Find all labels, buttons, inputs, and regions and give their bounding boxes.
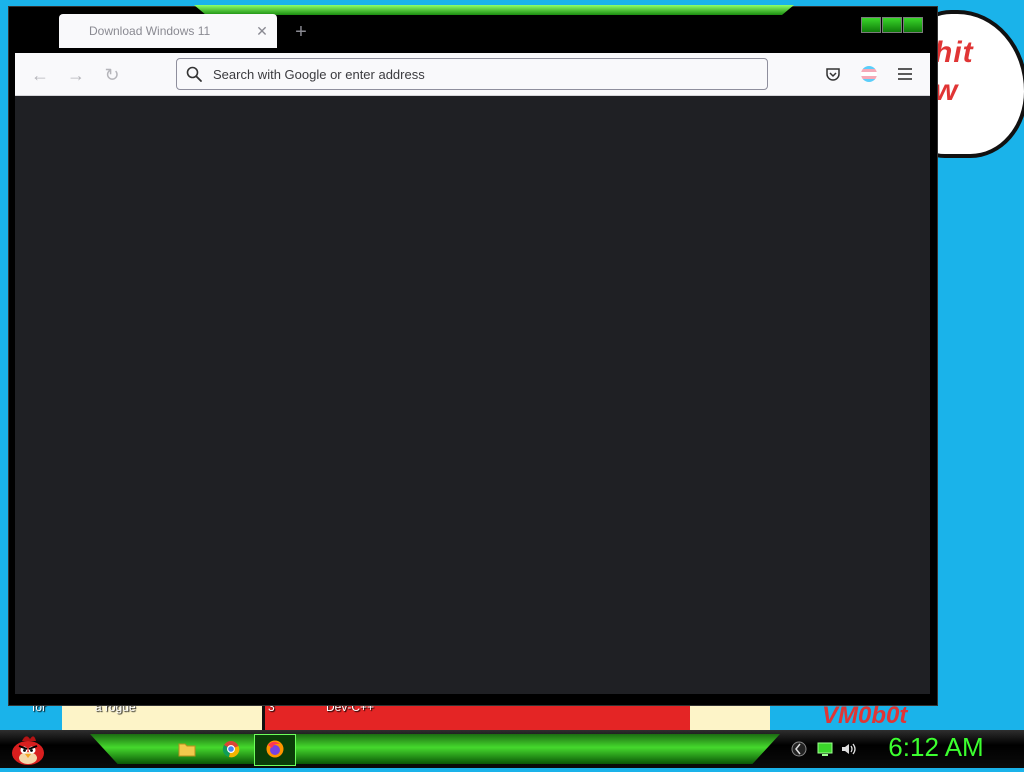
taskbar <box>0 730 1024 768</box>
address-bar[interactable] <box>176 58 768 90</box>
display-icon[interactable] <box>816 740 834 758</box>
tab-download-windows-11[interactable]: Download Windows 11 ✕ <box>59 14 277 48</box>
navigation-toolbar: ← → ↻ <box>15 53 930 96</box>
reload-button[interactable]: ↻ <box>101 64 123 86</box>
address-input[interactable] <box>211 65 735 83</box>
wallpaper-bubble-text: hit w <box>934 36 974 107</box>
search-icon <box>186 66 202 82</box>
browser-window: Download Windows 11 ✕ + ← → ↻ <box>8 5 938 706</box>
pocket-icon[interactable] <box>823 64 843 84</box>
new-tab-button[interactable]: + <box>291 21 311 44</box>
forward-button[interactable]: → <box>65 64 87 86</box>
close-window-button[interactable] <box>903 17 923 33</box>
angry-bird-icon <box>12 736 44 765</box>
taskbar-clock[interactable]: 6:12 AM <box>876 732 996 763</box>
maximize-button[interactable] <box>882 17 902 33</box>
firefox-icon[interactable] <box>262 736 288 762</box>
network-icon[interactable] <box>790 740 808 758</box>
start-button[interactable] <box>8 731 48 767</box>
back-button[interactable]: ← <box>29 64 51 86</box>
window-title-glow <box>194 5 794 15</box>
minimize-button[interactable] <box>861 17 881 33</box>
page-content-area[interactable] <box>15 96 930 694</box>
chrome-icon[interactable] <box>218 736 244 762</box>
window-controls <box>861 17 923 33</box>
account-icon[interactable] <box>859 64 879 84</box>
menu-icon[interactable] <box>895 64 915 84</box>
tab-close-icon[interactable]: ✕ <box>253 23 271 40</box>
file-explorer-icon[interactable] <box>174 736 200 762</box>
tab-title: Download Windows 11 <box>89 24 211 38</box>
volume-icon[interactable] <box>840 740 858 758</box>
wallpaper-sign: VM0b0t <box>822 702 908 729</box>
